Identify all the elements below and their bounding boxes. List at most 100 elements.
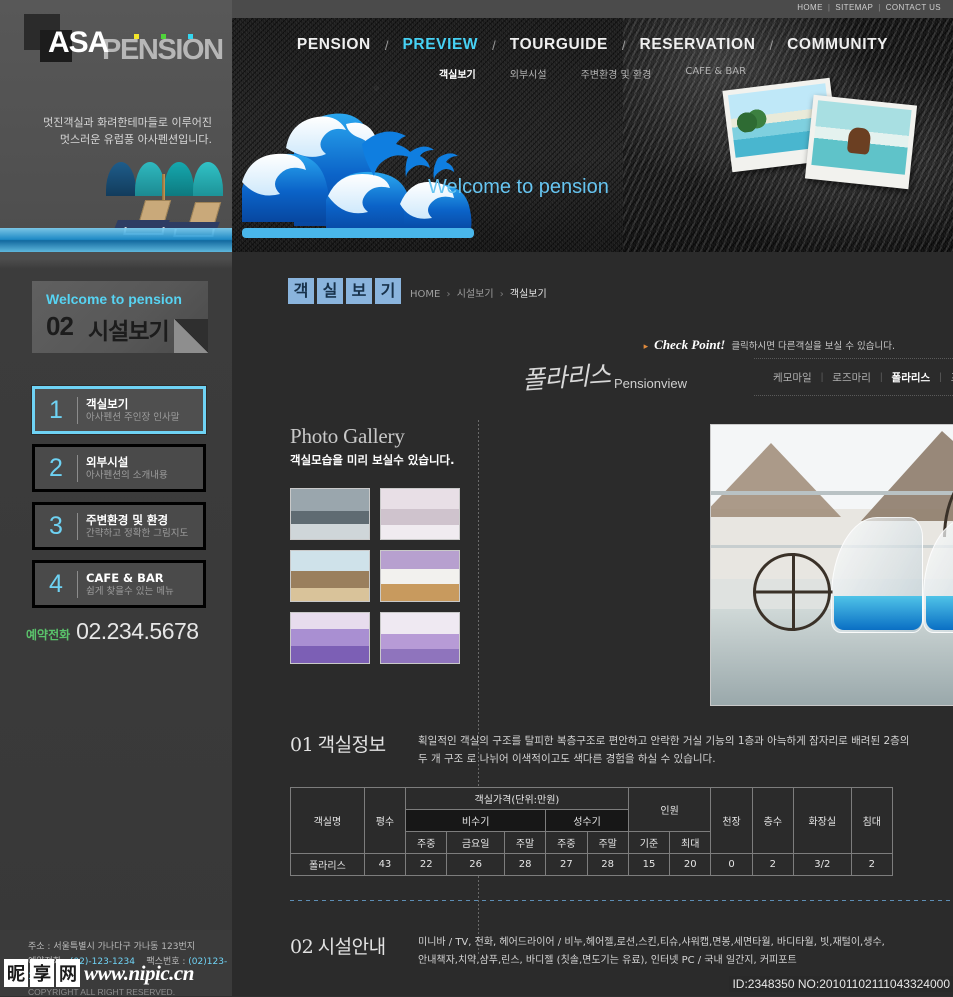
td-off-weekday: 22 [405,853,448,876]
logo-dots [134,34,193,39]
hero-banner: PENSION / PREVIEW / TOURGUIDE / RESERVAT… [232,18,953,252]
utility-link-sitemap[interactable]: SITEMAP [835,3,873,12]
photo-metal-wheel [753,553,831,631]
nav-item-reservation[interactable]: RESERVATION [626,36,770,54]
th-off-friday: 금요일 [446,831,505,854]
room-tab-polaris[interactable]: 폴라리스 [883,370,940,385]
utility-link-contact[interactable]: CONTACT US [886,3,941,12]
nav-item-pension[interactable]: PENSION [283,36,385,54]
page-title: 객 실 보 기 [288,278,401,304]
td-room-name: 폴라리스 [290,853,365,876]
th-offseason: 비수기 [405,809,547,832]
subnav-item-surroundings[interactable]: 주변환경 및 환경 [581,66,652,81]
footer-contact-line: 예약전화 : (02)-123-1234 팩스번호 : (02)123-1234 [28,955,232,985]
tagline-line-1: 멋진객실과 화려한테마들로 이루어진 [43,116,212,129]
watermark-id-tag: ID:2348350 NO:20101102111043324000 [729,976,953,992]
hero-tagline: 멋진객실과 화려한테마들로 이루어진 멋스러운 유럽풍 아사펜션입니다. [0,114,218,148]
polaroid-surfer [804,94,918,190]
section02-list: 미니바 / TV, 전화, 헤어드라이어 / 비누,헤어젤,로션,스킨,티슈,샤… [418,934,938,970]
th-floors: 층수 [751,787,795,854]
page-title-char-2: 실 [317,278,343,304]
breadcrumb: HOME › 시설보기 › 객실보기 [410,285,547,300]
photo-railing-top [711,491,953,495]
thumbnail-tea-set[interactable] [380,488,460,540]
site-logo[interactable]: PENSION ASA [18,12,224,72]
section02-list-line1: 미니바 / TV, 전화, 헤어드라이어 / 비누,헤어젤,로션,스킨,티슈,샤… [418,937,885,948]
dashed-divider [290,900,953,901]
page-title-char-4: 기 [375,278,401,304]
sidebar-item-cafe-bar[interactable]: 4 CAFE & BAR 쉽게 찾을수 있는 메뉴 [32,560,206,608]
th-room-name: 객실명 [290,787,365,854]
parasol-icon [106,162,224,196]
sidebar-item-surroundings[interactable]: 3 주변환경 및 환경 간략하고 정확한 그림지도 [32,502,206,550]
td-standard: 15 [627,853,671,876]
table-row: 폴라리스 43 22 26 28 27 28 15 20 0 2 3/2 2 [290,853,894,876]
breadcrumb-level1[interactable]: 시설보기 [457,289,494,300]
footer: 주소 : 서울특별시 가나다구 가나동 123번지 예약전화 : (02)-12… [0,930,232,997]
blue-accent-bar [0,228,232,252]
gallery-subtitle: 객실모습을 미리 보실수 있습니다. [290,453,455,467]
footer-fax-label: 팩스번호 : [146,957,186,967]
thumbnail-purple-canopy-bed[interactable] [290,612,370,664]
th-off-weekday: 주중 [405,831,448,854]
nav-item-preview[interactable]: PREVIEW [388,36,492,54]
room-tab-chamomile[interactable]: 케모마일 [764,370,821,385]
thumbnail-rattan-chair[interactable] [290,550,370,602]
td-floors: 2 [751,853,795,876]
main-room-photo[interactable] [710,424,953,706]
section01-description: 획일적인 객실의 구조를 탈피한 복층구조로 편안하고 안락한 거실 기능의 1… [418,732,918,768]
section01-desc-line1: 획일적인 객실의 구조를 탈피한 복층구조로 편안하고 안락한 거실 기능의 1… [418,735,910,747]
utility-separator: | [827,3,831,12]
td-peak-weekday: 27 [545,853,588,876]
th-off-weekend: 주말 [503,831,547,854]
th-peak-weekend: 주말 [586,831,629,854]
thumbnail-bicycle-ornament[interactable] [290,488,370,540]
sidebar-item-number: 1 [49,395,63,424]
section-facility-info: 02 시설안내 미니바 / TV, 전화, 헤어드라이어 / 비누,헤어젤,로션… [290,932,953,966]
main-navigation: PENSION / PREVIEW / TOURGUIDE / RESERVAT… [232,36,953,54]
footer-address-label: 주소 : [28,942,51,952]
subnav-item-rooms[interactable]: 객실보기 [439,66,476,81]
sidebar-panel-number: 02 [46,311,74,341]
footer-phone-label: 예약전화 : [28,957,68,967]
page-title-char-1: 객 [288,278,314,304]
polaroid-photos [722,77,947,198]
sidebar-panel-title: Welcome to pension 02 시설보기 [32,281,208,353]
utility-link-home[interactable]: HOME [797,3,823,12]
sidebar-panel-caption: 시설보기 [88,319,170,345]
room-tab-rosemary[interactable]: 로즈마리 [823,370,880,385]
sidebar-item-rooms[interactable]: 1 객실보기 아사펜션 주인장 인사말 [32,386,206,434]
section01-number: 01 [290,734,314,756]
td-off-weekend: 28 [503,853,547,876]
room-tabs: 케모마일 | 로즈마리 | 폴라리스 | 프린세스 | 외부시설 | 야경보기 [754,358,953,396]
check-point-text: 클릭하시면 다른객실을 보실 수 있습니다. [731,341,895,352]
breadcrumb-level2: 객실보기 [509,289,547,300]
check-point-title: Check Point! [654,337,726,352]
subnav-item-exterior[interactable]: 외부시설 [510,66,547,81]
thumbnail-bedroom-window[interactable] [380,612,460,664]
section02-title: 시설안내 [317,936,386,958]
page-curl-decoration [174,319,208,353]
td-peak-weekend: 28 [586,853,629,876]
thumbnail-white-sofa[interactable] [380,550,460,602]
section02-list-line2: 안내책자,치약,샴푸,린스, 바디젤 (칫솔,면도기는 유료), 인터넷 PC … [418,955,797,966]
td-bed: 2 [850,853,894,876]
room-tab-princess[interactable]: 프린세스 [942,370,953,385]
th-standard: 기준 [627,831,671,854]
utility-links: HOME | SITEMAP | CONTACT US [797,3,941,12]
nav-item-community[interactable]: COMMUNITY [773,36,902,54]
nav-item-tourguide[interactable]: TOURGUIDE [496,36,622,54]
breadcrumb-arrow: › [499,289,504,300]
breadcrumb-home[interactable]: HOME [410,289,440,300]
table-header-row-1: 객실명 평수 객실가격(단위:만원) 인원 천장 층수 화장실 침대 [290,787,894,854]
reservation-number: 02.234.5678 [76,618,199,644]
sidebar-item-label: 주변환경 및 환경 [86,512,169,527]
sidebar-item-label: CAFE & BAR [86,570,164,585]
reservation-label: 예약전화 [26,628,71,642]
room-name-logo: 폴라리스 Pensionview [521,358,687,395]
section01-desc-line2: 두 개 구조 로 나뉘어 이색적이고도 색다른 경험을 하실 수 있습니다. [418,753,716,765]
sidebar-item-sublabel: 쉽게 찾을수 있는 메뉴 [86,585,174,597]
sidebar-item-exterior[interactable]: 2 외부시설 아사펜션의 소개내용 [32,444,206,492]
surfer-photo [811,100,912,175]
check-point-notice: ▸ Check Point! 클릭하시면 다른객실을 보실 수 있습니다. [644,337,895,353]
